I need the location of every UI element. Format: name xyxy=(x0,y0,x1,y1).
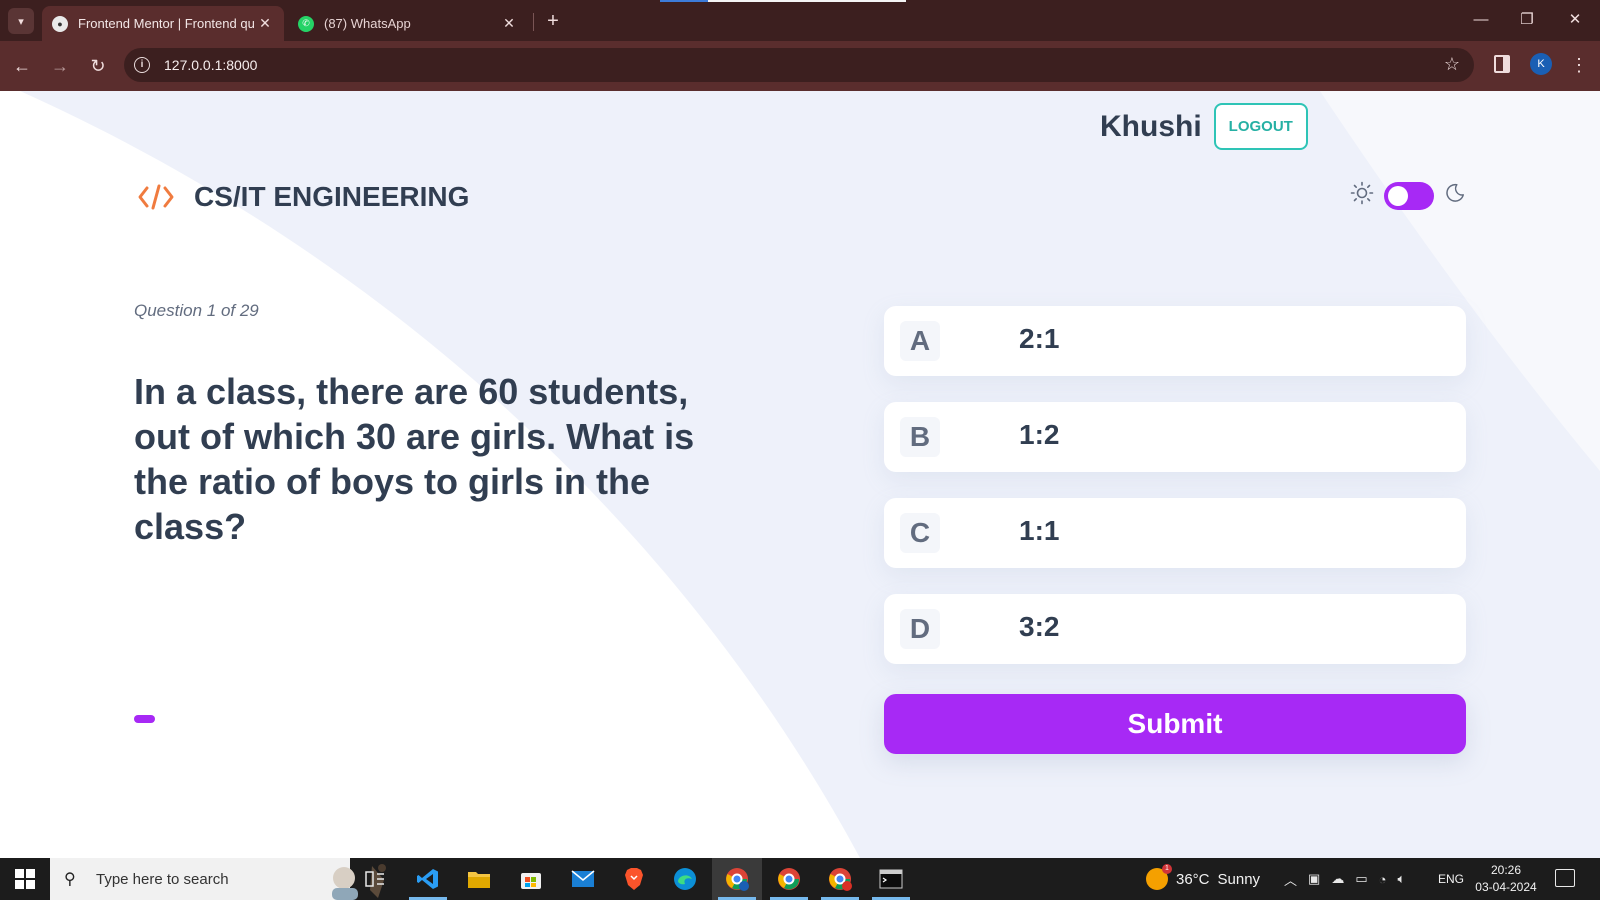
taskbar: ⚲ Type here to search 1 36°C Sunny ︿ ▣ ☁… xyxy=(0,858,1600,900)
close-icon[interactable]: ✕ xyxy=(256,15,274,32)
whatsapp-icon: ✆ xyxy=(298,15,314,32)
option-letter: A xyxy=(900,321,940,361)
tab-search-button[interactable]: ▾ xyxy=(8,8,34,34)
subject-header: CS/IT ENGINEERING xyxy=(136,177,469,217)
clock-time: 20:26 xyxy=(1490,863,1522,877)
clock-date: 03-04-2024 xyxy=(1475,880,1537,894)
weather-sun-icon: 1 xyxy=(1146,864,1172,890)
weather-condition: Sunny xyxy=(1217,870,1261,888)
onedrive-cloud-icon[interactable]: ☁ xyxy=(1331,871,1344,887)
volume-icon[interactable]: 🔈︎ xyxy=(1397,871,1405,887)
file-explorer-icon[interactable] xyxy=(454,858,504,900)
menu-kebab-icon[interactable]: ⋮ xyxy=(1570,54,1588,76)
sun-icon xyxy=(1350,181,1374,210)
toggle-knob xyxy=(1388,185,1408,206)
frontend-mentor-icon: ● xyxy=(52,15,68,32)
minimize-icon[interactable]: — xyxy=(1466,8,1496,32)
meet-now-icon[interactable]: ▣ xyxy=(1308,871,1320,887)
logout-button[interactable]: LOGOUT xyxy=(1213,103,1308,150)
tab-strip-indicator-light xyxy=(708,0,906,2)
option-b[interactable]: B 1:2 xyxy=(884,402,1466,472)
answer-options: A 2:1 B 1:2 C 1:1 D 3:2 xyxy=(884,306,1466,690)
username: Khushi xyxy=(1100,109,1202,143)
profile-avatar[interactable]: K xyxy=(1530,53,1552,75)
window-close-icon[interactable]: ✕ xyxy=(1560,8,1590,32)
system-tray: ︿ ▣ ☁ ▭ ◔ 🔈︎ xyxy=(1284,858,1405,900)
mail-icon[interactable] xyxy=(558,858,608,900)
tab-frontend-mentor[interactable]: ● Frontend Mentor | Frontend qu ✕ xyxy=(42,6,284,41)
option-a[interactable]: A 2:1 xyxy=(884,306,1466,376)
option-c[interactable]: C 1:1 xyxy=(884,498,1466,568)
question-text: In a class, there are 60 students, out o… xyxy=(134,371,695,547)
close-icon[interactable]: ✕ xyxy=(500,15,518,32)
bookmark-star-icon[interactable]: ☆ xyxy=(1444,54,1460,75)
submit-button[interactable]: Submit xyxy=(884,694,1466,754)
brave-icon[interactable] xyxy=(609,858,659,900)
option-text: 3:2 xyxy=(1019,611,1060,642)
site-info-icon[interactable]: i xyxy=(134,57,150,73)
vscode-icon[interactable] xyxy=(403,858,453,900)
address-bar[interactable]: i 127.0.0.1:8000 ☆ xyxy=(124,48,1474,82)
language-indicator[interactable]: ENG xyxy=(1438,872,1464,886)
quiz-page: Khushi LOGOUT CS/IT ENGINEERING Question… xyxy=(0,91,1600,858)
theme-toggle[interactable] xyxy=(1384,181,1434,210)
weather-temp: 36°C xyxy=(1176,870,1210,888)
option-text: 1:2 xyxy=(1019,419,1060,450)
wifi-icon[interactable]: ◔ xyxy=(1379,872,1387,887)
taskbar-search[interactable]: ⚲ Type here to search xyxy=(50,858,386,900)
option-letter: C xyxy=(900,513,940,553)
terminal-icon[interactable] xyxy=(866,858,916,900)
chevron-up-icon[interactable]: ︿ xyxy=(1284,870,1297,889)
chrome-alt-icon[interactable] xyxy=(815,858,865,900)
tab-separator xyxy=(533,13,534,31)
chrome-profile-icon[interactable] xyxy=(712,858,762,900)
search-icon: ⚲ xyxy=(64,871,76,888)
question-progress-text: Question 1 of 29 xyxy=(134,301,259,320)
option-d[interactable]: D 3:2 xyxy=(884,594,1466,664)
option-letter: D xyxy=(900,609,940,649)
url-text[interactable]: 127.0.0.1:8000 xyxy=(164,57,257,73)
microsoft-store-icon[interactable] xyxy=(506,858,556,900)
progress-bar xyxy=(134,715,194,723)
restore-icon[interactable]: ❐ xyxy=(1512,8,1542,32)
task-view-icon[interactable] xyxy=(350,858,400,900)
forward-icon[interactable]: → xyxy=(48,54,72,78)
option-text: 2:1 xyxy=(1019,323,1060,354)
user-area: Khushi LOGOUT xyxy=(1100,103,1308,150)
chrome-icon[interactable] xyxy=(764,858,814,900)
back-icon[interactable]: ← xyxy=(10,54,34,78)
tab-title: (87) WhatsApp xyxy=(324,16,411,31)
edge-icon[interactable] xyxy=(660,858,710,900)
notification-center-icon[interactable] xyxy=(1555,869,1575,887)
browser-tab-bar: ▾ ● Frontend Mentor | Frontend qu ✕ ✆ (8… xyxy=(0,0,1600,41)
tab-whatsapp[interactable]: ✆ (87) WhatsApp ✕ xyxy=(288,6,528,41)
side-panel-icon[interactable] xyxy=(1494,55,1510,73)
battery-icon[interactable]: ▭ xyxy=(1355,871,1367,887)
weather-widget[interactable]: 1 36°C Sunny xyxy=(1146,858,1260,900)
search-placeholder: Type here to search xyxy=(96,870,229,888)
option-letter: B xyxy=(900,417,940,457)
subject-title: CS/IT ENGINEERING xyxy=(194,181,470,212)
new-tab-button[interactable]: + xyxy=(541,9,565,33)
reload-icon[interactable]: ↻ xyxy=(86,54,110,78)
clock[interactable]: 20:26 03-04-2024 xyxy=(1474,862,1538,896)
progress-fill xyxy=(134,715,155,723)
tab-title: Frontend Mentor | Frontend qu xyxy=(78,16,255,31)
weather-badge: 1 xyxy=(1162,864,1172,874)
tab-strip-indicator xyxy=(660,0,708,2)
theme-switcher xyxy=(1350,181,1466,210)
windows-start-icon[interactable] xyxy=(0,858,50,900)
moon-icon xyxy=(1444,182,1466,209)
code-icon xyxy=(136,177,176,217)
browser-toolbar: ← → ↻ i 127.0.0.1:8000 ☆ K ⋮ xyxy=(0,41,1600,91)
option-text: 1:1 xyxy=(1019,515,1060,546)
